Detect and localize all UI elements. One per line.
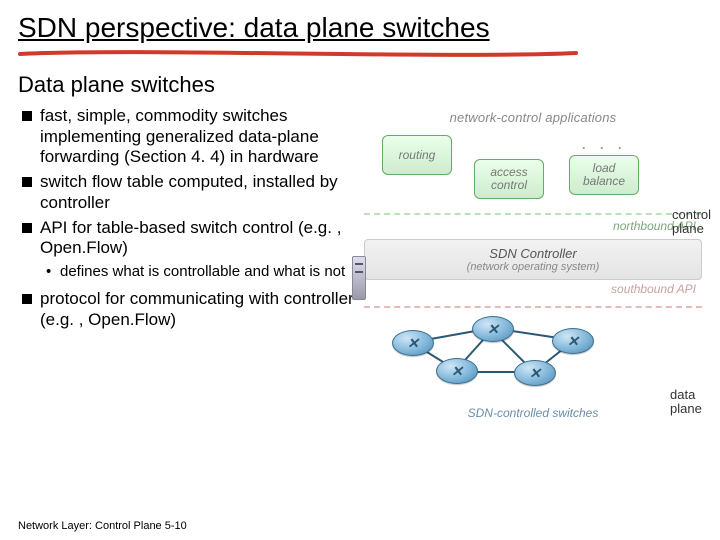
sub-bullet-item: defines what is controllable and what is… [46, 263, 356, 281]
northbound-api-label: northbound API [364, 219, 702, 233]
divider-south [364, 306, 702, 308]
diagram-area: network-control applications routing acc… [364, 106, 702, 420]
switch-icon: ✕ [392, 330, 434, 356]
app-access-box: access control [474, 159, 544, 199]
data-plane-label: data plane [670, 388, 714, 415]
apps-header: network-control applications [364, 110, 702, 125]
control-plane-label: control plane [672, 208, 720, 235]
ellipsis-icon: . . . [582, 133, 627, 154]
app-routing-box: routing [382, 135, 452, 175]
sub-bullet-list: defines what is controllable and what is… [18, 263, 356, 281]
bullet-list: fast, simple, commodity switches impleme… [18, 106, 356, 259]
section-heading: Data plane switches [18, 72, 702, 98]
app-load-box: load balance [569, 155, 639, 195]
switch-icon: ✕ [514, 360, 556, 386]
apps-group: routing access control load balance . . … [364, 131, 702, 203]
title-underline-swash [18, 48, 578, 62]
controller-title: SDN Controller [373, 246, 693, 261]
switch-icon: ✕ [552, 328, 594, 354]
left-column: fast, simple, commodity switches impleme… [18, 106, 356, 420]
bullet-item: fast, simple, commodity switches impleme… [22, 106, 356, 168]
bullet-item: API for table-based switch control (e.g.… [22, 218, 356, 259]
bullet-item: switch flow table computed, installed by… [22, 172, 356, 213]
switch-icon: ✕ [436, 358, 478, 384]
controller-subtitle: (network operating system) [373, 261, 693, 273]
server-icon [352, 256, 366, 300]
switches-group: ✕ ✕ ✕ ✕ ✕ [364, 314, 702, 404]
bullet-list-2: protocol for communicating with controll… [18, 289, 356, 330]
controller-box: SDN Controller (network operating system… [364, 239, 702, 280]
switches-caption: SDN-controlled switches [364, 406, 702, 420]
slide-title: SDN perspective: data plane switches [18, 12, 702, 44]
switch-icon: ✕ [472, 316, 514, 342]
slide-footer: Network Layer: Control Plane 5-10 [18, 520, 187, 532]
southbound-api-label: southbound API [364, 282, 702, 296]
bullet-item: protocol for communicating with controll… [22, 289, 356, 330]
divider-north [364, 213, 702, 215]
